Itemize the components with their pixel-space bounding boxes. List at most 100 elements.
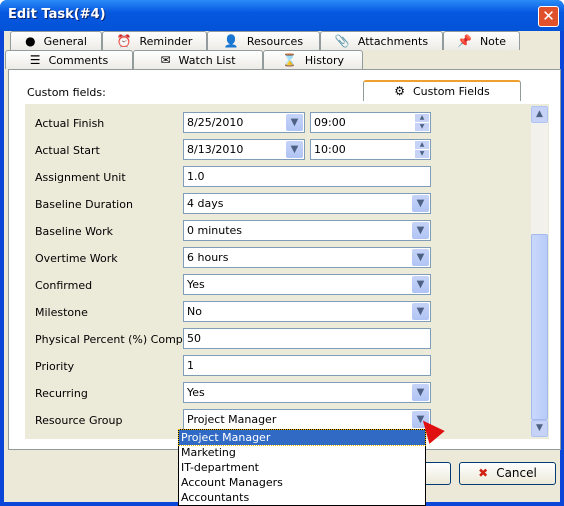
field-value: 1 [187,359,194,372]
tab-reminder[interactable]: ⏰ Reminder [102,31,207,50]
field-dropdown[interactable]: 0 minutes ▼ [183,220,431,241]
field-dropdown[interactable]: Yes ▼ [183,274,431,295]
field-label: Actual Finish [35,117,105,130]
chevron-down-icon[interactable]: ▼ [412,276,429,293]
chevron-down-icon[interactable]: ▼ [412,303,429,320]
field-label: Recurring [35,387,88,400]
field-value: 50 [187,332,201,345]
field-label: Priority [35,360,75,373]
title-bar[interactable]: Edit Task(#4) ✕ [0,0,564,31]
cancel-label: Cancel [496,466,537,480]
paperclip-icon: 📎 [334,34,350,48]
dropdown-option[interactable]: Project Manager [178,429,426,446]
chevron-down-icon[interactable]: ▼ [412,195,429,212]
tab-general[interactable]: ● General [10,31,102,50]
field-input[interactable]: 1.0 [183,166,431,187]
field-input[interactable]: 50 [183,328,431,349]
tab-label: Comments [48,54,109,67]
spin-up-icon[interactable]: ▲ [415,141,429,149]
user-icon: 👤 [223,34,239,48]
tab-resources[interactable]: 👤 Resources [207,31,320,50]
dropdown-option[interactable]: Marketing [179,445,425,460]
chevron-down-icon[interactable]: ▼ [412,249,429,266]
cancel-button[interactable]: ✖ Cancel [459,462,556,485]
field-label: Milestone [35,306,88,319]
dropdown-option[interactable]: Accountants [179,490,425,505]
field-row: Physical Percent (%) Complete 50 [25,328,535,350]
alarm-clock-icon: ⏰ [116,34,132,48]
dropdown-option[interactable]: IT-department [179,460,425,475]
field-label: Actual Start [35,144,100,157]
date-picker[interactable]: 8/25/2010 ▼ [183,112,305,133]
field-row: Assignment Unit 1.0 [25,166,535,188]
resource-group-dropdown-list[interactable]: Project Manager Marketing IT-department Acc… [178,429,426,506]
custom-fields-grid: Actual Finish 8/25/2010 ▼ 09:00 ▲ ▼ Actual Sta… [25,104,549,439]
field-label: Overtime Work [35,252,118,265]
field-label: Assignment Unit [35,171,126,184]
vertical-scrollbar[interactable]: ▲ ▼ [531,106,548,437]
custom-fields-panel: Custom fields: Actual Finish 8/25/2010 ▼ 09… [8,69,561,450]
date-value: 8/13/2010 [187,143,244,156]
spin-up-icon[interactable]: ▲ [415,114,429,122]
time-input[interactable]: 09:00 ▲ ▼ [310,112,431,133]
field-row: Baseline Work 0 minutes ▼ [25,220,535,242]
chevron-down-icon[interactable]: ▼ [412,384,429,401]
field-row: Actual Finish 8/25/2010 ▼ 09:00 ▲ ▼ [25,112,535,134]
scroll-thumb[interactable] [531,234,548,420]
field-value: Yes [187,386,205,399]
close-icon[interactable]: ✕ [538,6,559,27]
field-value: Project Manager [187,413,277,426]
date-picker[interactable]: 8/13/2010 ▼ [183,139,305,160]
field-row: Resource Group Project Manager ▼ [25,409,535,431]
field-value: Yes [187,278,205,291]
field-dropdown[interactable]: Project Manager ▼ [183,409,431,430]
tab-label: Attachments [357,35,429,48]
tab-note[interactable]: 📌 Note [443,31,520,50]
chevron-down-icon[interactable]: ▼ [286,141,303,158]
tab-watch-list[interactable]: ✉ Watch List [133,50,263,69]
date-value: 8/25/2010 [187,116,244,129]
tab-attachments[interactable]: 📎 Attachments [320,31,443,50]
chevron-down-icon[interactable]: ▼ [286,114,303,131]
field-dropdown[interactable]: Yes ▼ [183,382,431,403]
field-value: No [187,305,202,318]
field-row: Overtime Work 6 hours ▼ [25,247,535,269]
field-dropdown[interactable]: 6 hours ▼ [183,247,431,268]
time-input[interactable]: 10:00 ▲ ▼ [310,139,431,160]
scroll-down-button[interactable]: ▼ [531,420,548,437]
hourglass-icon: ⌛ [281,53,297,67]
tab-history[interactable]: ⌛ History [263,50,363,69]
tab-custom-fields[interactable]: ⚙ Custom Fields [363,80,521,101]
field-row: Baseline Duration 4 days ▼ [25,193,535,215]
scroll-up-button[interactable]: ▲ [531,106,548,123]
tab-label: History [304,54,345,67]
sphere-icon: ● [25,34,36,48]
field-row: Actual Start 8/13/2010 ▼ 10:00 ▲ ▼ [25,139,535,161]
spin-down-icon[interactable]: ▼ [415,123,429,131]
cancel-x-icon: ✖ [478,466,489,480]
field-row: Recurring Yes ▼ [25,382,535,404]
field-label: Resource Group [35,414,123,427]
field-dropdown[interactable]: No ▼ [183,301,431,322]
watch-list-icon: ✉ [160,53,171,67]
dropdown-option[interactable]: Account Managers [179,475,425,490]
field-row: Confirmed Yes ▼ [25,274,535,296]
chevron-down-icon[interactable]: ▼ [412,222,429,239]
field-input[interactable]: 1 [183,355,431,376]
field-value: 1.0 [187,170,205,183]
gear-icon: ⚙ [394,84,405,98]
tab-label: Reminder [139,35,193,48]
field-value: 4 days [187,197,224,210]
field-dropdown[interactable]: 4 days ▼ [183,193,431,214]
tab-label: Watch List [178,54,236,67]
time-value: 09:00 [314,116,346,129]
field-value: 6 hours [187,251,229,264]
field-row: Milestone No ▼ [25,301,535,323]
field-label: Baseline Duration [35,198,133,211]
spin-down-icon[interactable]: ▼ [415,150,429,158]
field-row: Priority 1 [25,355,535,377]
window-title: Edit Task(#4) [8,7,106,22]
tab-comments[interactable]: ☰ Comments [5,50,133,69]
field-label: Baseline Work [35,225,113,238]
custom-fields-label: Custom fields: [27,86,106,99]
